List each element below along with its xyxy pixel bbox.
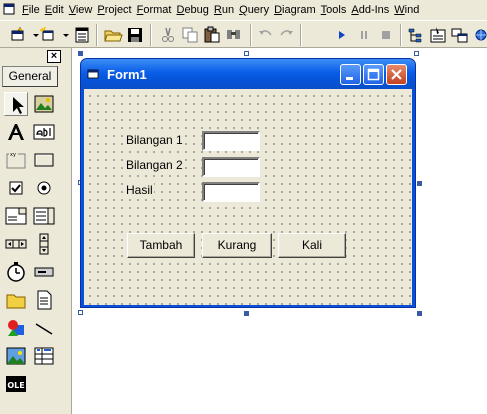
- image-icon[interactable]: [4, 344, 28, 368]
- paste-icon[interactable]: [202, 25, 222, 45]
- toolbox-tab-general[interactable]: General: [2, 66, 58, 87]
- resize-handle-top-left[interactable]: [78, 51, 83, 56]
- object-browser-icon[interactable]: [472, 25, 487, 45]
- add-project-dropdown-icon[interactable]: [26, 25, 39, 45]
- open-project-icon[interactable]: [103, 25, 123, 45]
- ole-icon[interactable]: OLE: [4, 372, 28, 396]
- menu-editor-icon[interactable]: [72, 25, 92, 45]
- listbox-icon[interactable]: [32, 204, 56, 228]
- menu-item-debug[interactable]: Debug: [176, 3, 208, 17]
- checkbox-icon[interactable]: [4, 176, 28, 200]
- textbox-bilangan-2[interactable]: [202, 157, 260, 177]
- copy-icon[interactable]: [180, 25, 200, 45]
- add-project-icon[interactable]: [8, 25, 28, 45]
- menu-bar: File Edit View Project Format Debug Run Query Di…: [0, 0, 487, 20]
- form1-client-area[interactable]: Bilangan 1 Bilangan 2 Hasil Tambah Kuran…: [84, 89, 412, 305]
- textbox-icon[interactable]: [32, 120, 56, 144]
- toolbar-separator: [250, 24, 252, 46]
- form1-titlebar[interactable]: Form1: [81, 59, 415, 89]
- standard-toolbar: [0, 20, 487, 48]
- menu-item-project[interactable]: Project: [97, 3, 131, 17]
- menu-item-wind[interactable]: Wind: [394, 3, 419, 17]
- drivelistbox-icon[interactable]: [32, 260, 56, 284]
- undo-icon[interactable]: [256, 25, 276, 45]
- minimize-icon: [346, 77, 353, 80]
- kurang-button[interactable]: Kurang: [202, 233, 272, 258]
- close-button[interactable]: [386, 64, 407, 85]
- add-form-dropdown-icon[interactable]: [56, 25, 69, 45]
- add-form-icon[interactable]: [38, 25, 58, 45]
- find-icon[interactable]: [224, 25, 244, 45]
- form1-title: Form1: [107, 67, 147, 82]
- dirlistbox-icon[interactable]: [4, 288, 28, 312]
- line-icon[interactable]: [32, 316, 56, 340]
- filelistbox-icon[interactable]: [32, 288, 56, 312]
- maximize-icon: [367, 68, 380, 81]
- timer-icon[interactable]: [4, 260, 28, 284]
- data-icon[interactable]: [32, 344, 56, 368]
- kali-button[interactable]: Kali: [278, 233, 346, 258]
- resize-handle-top-right[interactable]: [414, 51, 419, 56]
- resize-handle-right[interactable]: [417, 181, 422, 186]
- resize-handle-bottom[interactable]: [244, 311, 249, 316]
- optionbutton-icon[interactable]: [32, 176, 56, 200]
- break-icon[interactable]: [354, 25, 374, 45]
- cut-icon[interactable]: [158, 25, 178, 45]
- textbox-bilangan-1[interactable]: [202, 131, 260, 151]
- menu-item-format[interactable]: Format: [137, 3, 172, 17]
- hscrollbar-icon[interactable]: [4, 232, 28, 256]
- combobox-icon[interactable]: [4, 204, 28, 228]
- menu-items: File Edit View Project Format Debug Run Query Di…: [22, 3, 424, 17]
- frame-icon[interactable]: xy: [4, 148, 28, 172]
- maximize-button[interactable]: [363, 64, 384, 85]
- menu-item-edit[interactable]: Edit: [45, 3, 64, 17]
- picturebox-icon[interactable]: [32, 92, 56, 116]
- menu-item-query[interactable]: Query: [239, 3, 269, 17]
- ole-label: OLE: [7, 381, 24, 390]
- form1-window[interactable]: Form1 Bilangan 1 Bilangan 2 Hasil Tambah…: [80, 58, 416, 308]
- textbox-hasil[interactable]: [202, 182, 260, 202]
- label-icon[interactable]: [4, 120, 28, 144]
- resize-handle-bottom-left[interactable]: [78, 310, 83, 315]
- toolbar-separator: [300, 24, 302, 46]
- vscrollbar-icon[interactable]: [32, 232, 56, 256]
- save-project-icon[interactable]: [125, 25, 145, 45]
- redo-icon[interactable]: [276, 25, 296, 45]
- label-bilangan-2: Bilangan 2: [125, 158, 184, 172]
- toolbar-separator: [400, 24, 402, 46]
- menu-item-diagram[interactable]: Diagram: [274, 3, 316, 17]
- toolbox-panel: × General xy OLE: [0, 48, 72, 414]
- label-bilangan-1: Bilangan 1: [125, 133, 184, 147]
- menu-item-run[interactable]: Run: [214, 3, 234, 17]
- close-icon: [391, 69, 402, 80]
- pointer-icon[interactable]: [4, 92, 28, 116]
- menu-item-add-ins[interactable]: Add-Ins: [351, 3, 389, 17]
- toolbar-separator: [96, 24, 98, 46]
- toolbar-separator: [150, 24, 152, 46]
- menu-item-view[interactable]: View: [69, 3, 93, 17]
- project-explorer-icon[interactable]: [406, 25, 426, 45]
- form-layout-icon[interactable]: [450, 25, 470, 45]
- resize-handle-bottom-right[interactable]: [417, 311, 422, 316]
- end-stop-icon[interactable]: [376, 25, 396, 45]
- label-hasil: Hasil: [125, 183, 154, 197]
- toolbox-close-button[interactable]: ×: [47, 50, 61, 63]
- commandbutton-icon[interactable]: [32, 148, 56, 172]
- menu-item-tools[interactable]: Tools: [321, 3, 347, 17]
- start-run-icon[interactable]: [332, 25, 352, 45]
- form-icon: [87, 69, 99, 79]
- minimize-button[interactable]: [340, 64, 361, 85]
- resize-handle-top[interactable]: [244, 51, 249, 56]
- menu-item-file[interactable]: File: [22, 3, 40, 17]
- tambah-button[interactable]: Tambah: [127, 233, 195, 258]
- vb-app-icon: [3, 3, 15, 15]
- shape-icon[interactable]: [4, 316, 28, 340]
- svg-text:xy: xy: [10, 152, 16, 158]
- properties-window-icon[interactable]: [428, 25, 448, 45]
